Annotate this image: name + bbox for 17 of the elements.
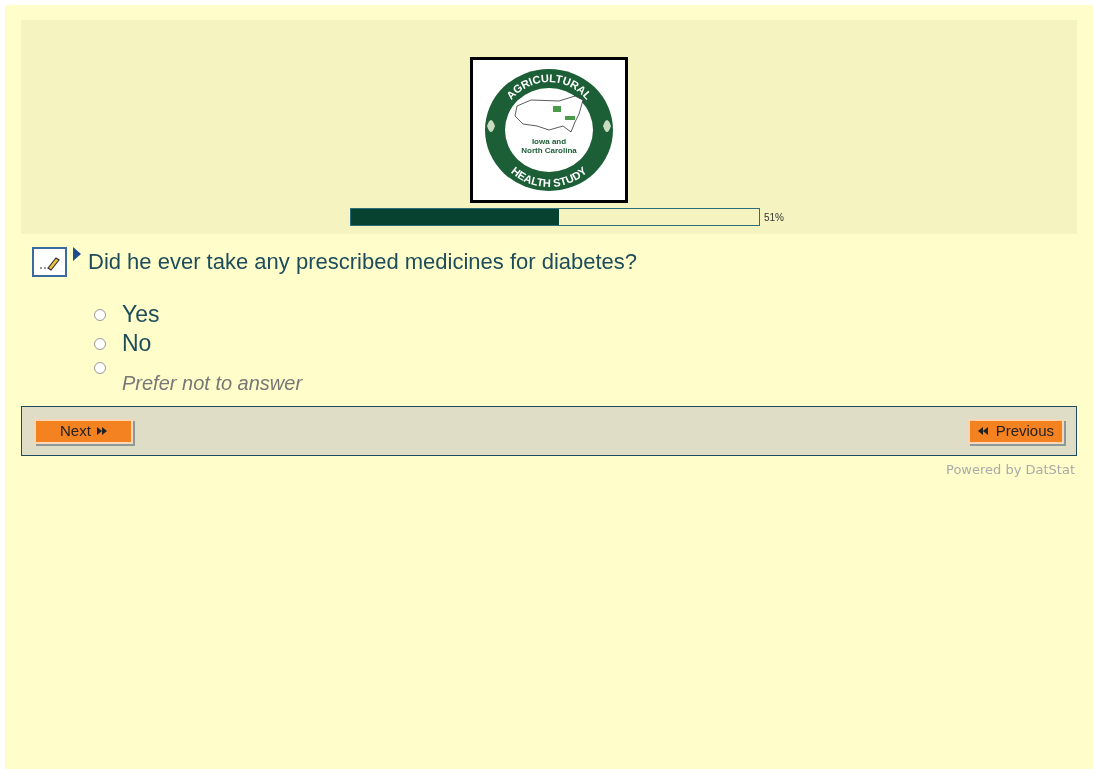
radio-button[interactable] xyxy=(94,337,106,350)
previous-button[interactable]: Previous xyxy=(967,418,1064,444)
option-label: Yes xyxy=(122,300,160,329)
double-arrow-left-icon xyxy=(977,427,988,435)
option-label: Prefer not to answer xyxy=(122,371,303,396)
logo-inner-text: Iowa and xyxy=(531,137,567,146)
next-button[interactable]: Next xyxy=(34,418,133,444)
powered-by-text: Powered by DatStat xyxy=(946,461,1075,479)
radio-button[interactable] xyxy=(94,308,106,321)
question-text: Did he ever take any prescribed medicines for diabetes? xyxy=(88,248,638,276)
triangle-icon xyxy=(72,246,82,262)
radio-button[interactable] xyxy=(94,362,106,374)
double-arrow-right-icon xyxy=(96,427,107,435)
edit-pencil-icon[interactable] xyxy=(32,246,67,277)
progress-percent: 51% xyxy=(764,210,784,225)
option-label: No xyxy=(122,329,152,358)
logo-inner-text: North Carolina xyxy=(521,146,577,155)
